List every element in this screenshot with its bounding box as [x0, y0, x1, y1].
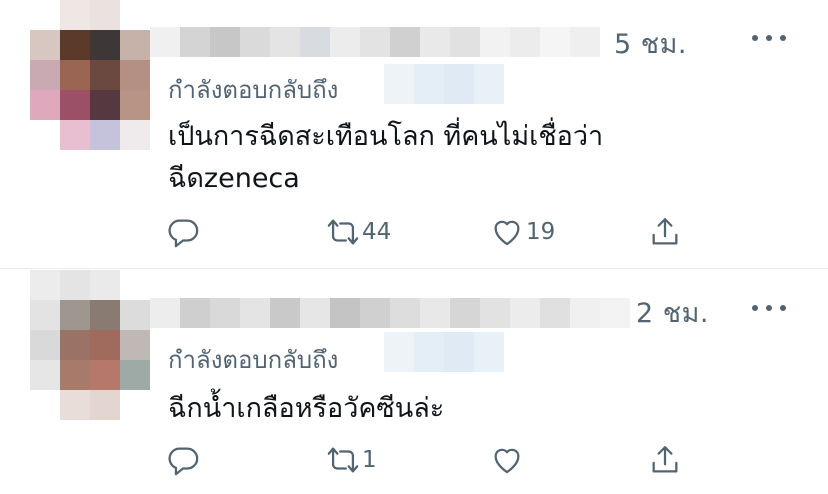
tweet-text-line: เป็นการฉีดสะเทือนโลก ที่คนไม่เชื่อว่า: [168, 121, 604, 152]
share-icon: [652, 446, 678, 473]
mention-blurred[interactable]: [384, 332, 504, 372]
reply-icon: [168, 447, 199, 476]
reply-button[interactable]: [166, 215, 200, 249]
tweet-text: ฉีกน้ำเกลือหรือวัคซีนล่ะ: [168, 388, 444, 430]
share-button[interactable]: [648, 443, 682, 477]
like-count: 19: [526, 219, 556, 245]
mention-blurred[interactable]: [384, 64, 504, 104]
more-icon[interactable]: [752, 33, 786, 43]
tweet-text-line: ฉีดzeneca: [168, 163, 300, 194]
replying-to-label: กำลังตอบกลับถึง: [168, 76, 339, 104]
heart-icon: [494, 220, 520, 246]
tweet-item[interactable]: 2 ชม. กำลังตอบกลับถึง ฉีกน้ำเกลือหรือวัค…: [0, 268, 828, 494]
tweet-item[interactable]: 5 ชม. กำลังตอบกลับถึง เป็นการฉีดสะเทือนโ…: [0, 0, 828, 268]
reply-icon: [168, 219, 199, 248]
retweet-icon: [327, 219, 359, 245]
tweet-text: เป็นการฉีดสะเทือนโลก ที่คนไม่เชื่อว่า ฉี…: [168, 116, 603, 200]
more-icon[interactable]: [752, 303, 786, 313]
username-blurred[interactable]: [150, 298, 630, 328]
reply-button[interactable]: [166, 443, 200, 477]
avatar[interactable]: [30, 0, 150, 150]
retweet-icon: [327, 447, 359, 473]
tweet-time[interactable]: 2 ชม.: [636, 291, 709, 334]
tweet-text-line: ฉีกน้ำเกลือหรือวัคซีนล่ะ: [168, 393, 445, 424]
like-button[interactable]: 19: [490, 215, 555, 249]
tweet-time[interactable]: 5 ชม.: [614, 22, 687, 65]
retweet-count: 44: [362, 219, 392, 245]
heart-icon: [494, 448, 520, 474]
username-blurred[interactable]: [150, 27, 600, 57]
replying-to-label: กำลังตอบกลับถึง: [168, 346, 339, 374]
avatar[interactable]: [30, 270, 150, 420]
retweet-button[interactable]: 44: [326, 215, 391, 249]
like-button[interactable]: [490, 443, 526, 477]
share-icon: [652, 218, 678, 245]
retweet-button[interactable]: 1: [326, 443, 377, 477]
share-button[interactable]: [648, 215, 682, 249]
retweet-count: 1: [362, 447, 377, 473]
